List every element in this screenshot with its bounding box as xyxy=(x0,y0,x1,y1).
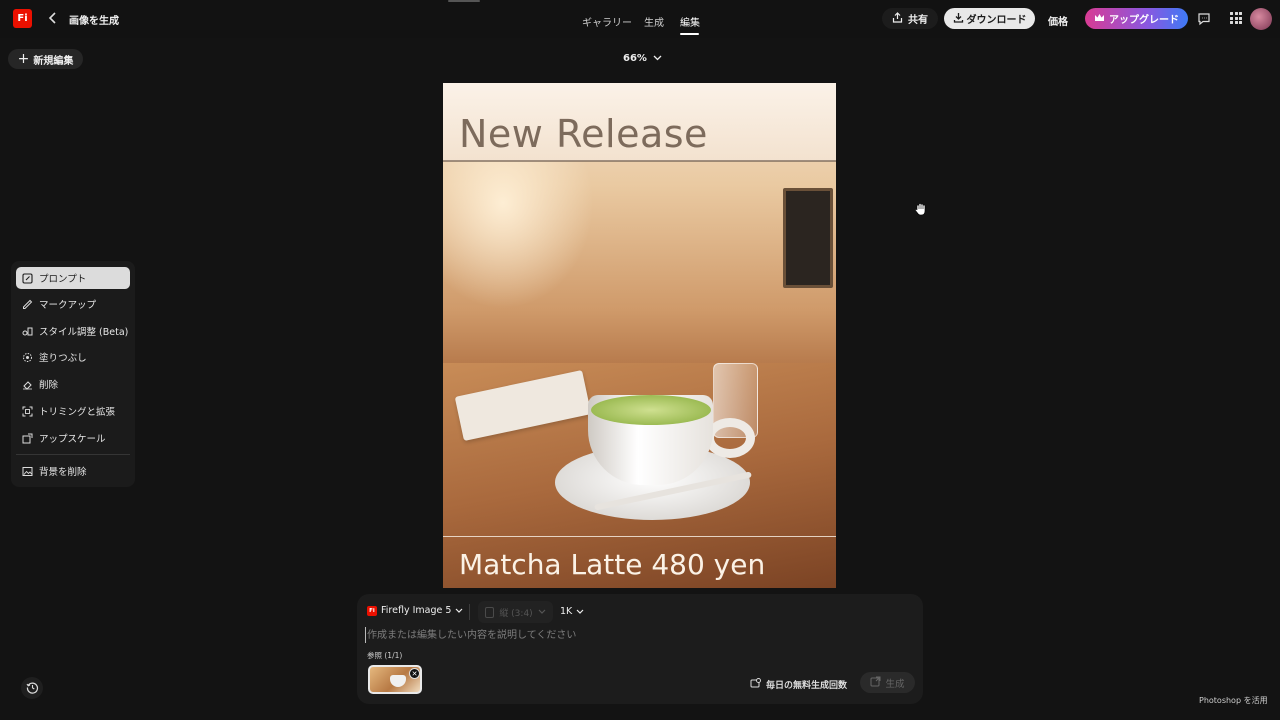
prompt-panel: Fi Firefly Image 5 縦 (3:4) 1K 参照 (1/1) ✕ xyxy=(357,594,923,704)
canvas-headline: New Release xyxy=(459,112,708,156)
aspect-ratio-dropdown[interactable]: 縦 (3:4) xyxy=(478,601,553,623)
history-clock-icon xyxy=(26,679,39,698)
tool-label: トリミングと拡張 xyxy=(39,407,116,418)
download-icon xyxy=(953,12,964,26)
prompt-input[interactable] xyxy=(365,627,910,643)
chevron-down-icon xyxy=(455,605,463,616)
canvas-caption: Matcha Latte 480 yen xyxy=(459,548,766,581)
divider xyxy=(469,604,470,620)
history-button[interactable] xyxy=(21,677,43,699)
plus-icon: + xyxy=(17,51,30,67)
upgrade-button[interactable]: アップグレード xyxy=(1085,8,1188,29)
tab-generate[interactable]: 生成 xyxy=(644,14,664,29)
zoom-dropdown[interactable]: 66% xyxy=(623,53,662,64)
crown-icon xyxy=(1094,13,1105,25)
model-label: Firefly Image 5 xyxy=(381,605,452,616)
app-grid-icon[interactable] xyxy=(1230,12,1242,24)
chevron-down-icon xyxy=(653,53,662,64)
caption-rule xyxy=(443,536,836,537)
tool-label: アップスケール xyxy=(39,434,106,445)
style-adjust-icon xyxy=(22,326,33,337)
portrait-ratio-icon xyxy=(485,606,495,618)
zoom-value: 66% xyxy=(623,53,647,64)
tool-label: 削除 xyxy=(39,380,59,391)
tool-label: スタイル調整 (Beta) xyxy=(39,327,129,338)
page-title: 画像を生成 xyxy=(69,16,119,27)
tool-fill[interactable]: 塗りつぶし xyxy=(16,346,130,368)
free-generations-label: 毎日の無料生成回数 xyxy=(766,681,848,691)
crop-expand-icon xyxy=(22,406,33,417)
price-link[interactable]: 価格 xyxy=(1048,13,1068,28)
generate-icon xyxy=(870,676,881,690)
active-tab-indicator xyxy=(680,33,699,35)
tool-style-adjust[interactable]: スタイル調整 (Beta) xyxy=(16,320,130,342)
tool-upscale[interactable]: アップスケール xyxy=(16,427,130,449)
share-button[interactable]: 共有 xyxy=(882,8,938,29)
generate-label: 生成 xyxy=(885,678,905,690)
share-icon xyxy=(892,11,903,26)
upgrade-label: アップグレード xyxy=(1109,15,1179,26)
tool-crop-expand[interactable]: トリミングと拡張 xyxy=(16,400,130,422)
remove-reference-icon[interactable]: ✕ xyxy=(409,668,420,679)
new-edit-button[interactable]: + 新規編集 xyxy=(8,49,83,69)
back-arrow-icon[interactable] xyxy=(45,10,61,26)
markup-pen-icon xyxy=(22,299,33,310)
prompt-edit-icon xyxy=(22,272,33,284)
tool-remove[interactable]: 削除 xyxy=(16,373,130,395)
avatar[interactable] xyxy=(1250,8,1272,30)
tool-markup[interactable]: マークアップ xyxy=(16,293,130,315)
eraser-icon xyxy=(22,379,33,390)
credits-icon xyxy=(750,678,762,691)
top-handle xyxy=(448,0,480,2)
tool-label: マークアップ xyxy=(39,300,97,311)
chevron-down-icon xyxy=(576,606,584,617)
firefly-model-icon: Fi xyxy=(367,605,377,616)
hand-cursor-icon xyxy=(914,202,928,220)
app-root: Fi 画像を生成 ギャラリー 生成 編集 共有 ダウンロード 価格 アップグレー… xyxy=(0,0,1280,720)
tab-gallery[interactable]: ギャラリー xyxy=(582,14,632,29)
tool-panel: プロンプト マークアップ スタイル調整 (Beta) 塗りつぶし 削除 トリミン… xyxy=(11,261,135,487)
tool-label: 塗りつぶし xyxy=(39,353,87,364)
headline-rule xyxy=(443,160,836,162)
feedback-chat-icon[interactable] xyxy=(1197,11,1211,26)
download-button[interactable]: ダウンロード xyxy=(944,8,1035,29)
footer-note: Photoshop を活用 xyxy=(1199,696,1268,705)
resolution-label: 1K xyxy=(560,606,573,617)
upscale-icon xyxy=(22,433,33,444)
chalkboard-shape xyxy=(783,188,833,288)
tool-divider xyxy=(16,454,130,455)
download-label: ダウンロード xyxy=(966,15,1027,26)
tool-remove-background[interactable]: 背景を削除 xyxy=(16,460,130,482)
image-canvas[interactable]: New Release Matcha Latte 480 yen xyxy=(443,83,836,588)
free-generations-info[interactable]: 毎日の無料生成回数 xyxy=(750,678,847,691)
tool-prompt[interactable]: プロンプト xyxy=(16,267,130,289)
tool-label: 背景を削除 xyxy=(39,467,87,478)
generate-button[interactable]: 生成 xyxy=(860,672,915,693)
thumbnail-cup-shape xyxy=(390,675,406,687)
new-edit-label: 新規編集 xyxy=(33,55,74,67)
firefly-logo[interactable]: Fi xyxy=(13,9,32,28)
aspect-label: 縦 (3:4) xyxy=(499,608,533,619)
share-label: 共有 xyxy=(908,15,928,26)
top-bar: Fi 画像を生成 ギャラリー 生成 編集 共有 ダウンロード 価格 アップグレー… xyxy=(0,0,1280,38)
resolution-dropdown[interactable]: 1K xyxy=(560,606,584,617)
reference-label: 参照 (1/1) xyxy=(367,651,403,660)
fill-icon xyxy=(22,352,33,363)
chevron-down-icon xyxy=(538,607,546,617)
matcha-surface xyxy=(591,395,711,425)
remove-background-icon xyxy=(22,466,33,477)
tab-edit[interactable]: 編集 xyxy=(680,14,700,29)
tool-label: プロンプト xyxy=(39,274,87,285)
model-dropdown[interactable]: Fi Firefly Image 5 xyxy=(367,605,463,616)
